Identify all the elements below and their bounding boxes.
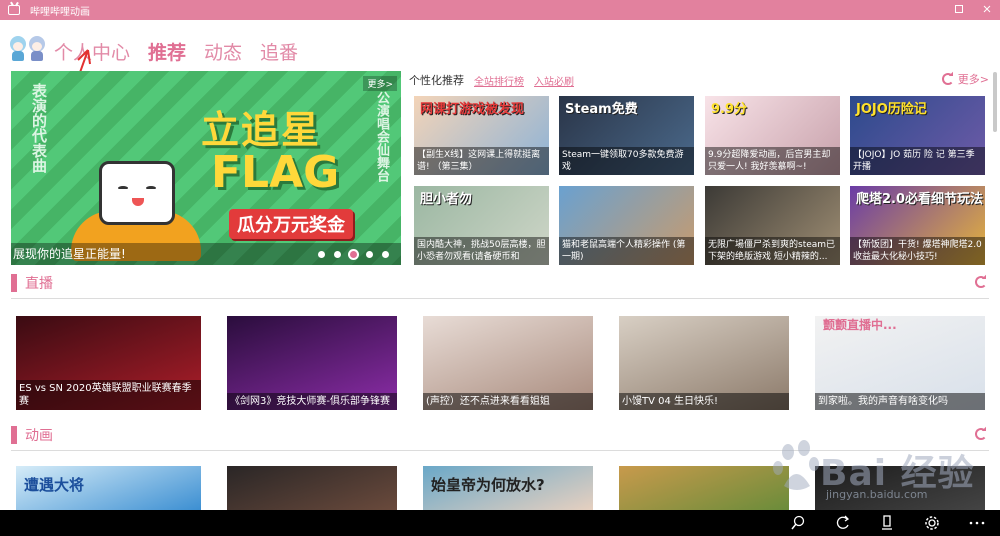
banner-headline-2: FLAG	[211, 147, 340, 198]
must-watch-link[interactable]: 入站必刷	[534, 73, 574, 88]
live-section-header: 直播	[11, 272, 989, 299]
system-taskbar	[0, 510, 1000, 536]
video-title: 【副生X线】这网课上得就挺离谱! （第三集）	[414, 147, 549, 175]
thumbnail-overlay-text: 胆小者勿	[420, 192, 473, 207]
anime-section-title: 动画	[25, 428, 53, 444]
refresh-icon[interactable]	[820, 510, 865, 536]
window-restore-icon[interactable]	[954, 4, 964, 17]
device-icon[interactable]	[865, 510, 910, 536]
bilibili-tv-icon	[8, 5, 20, 15]
settings-gear-icon[interactable]	[910, 510, 955, 536]
tab-bangumi[interactable]: 追番	[260, 38, 298, 65]
video-title: 9.9分超降爱动画，后宫男主却只爱一人! 我好羡慕啊~!	[705, 147, 840, 175]
thumbnail-overlay-text: Steam免费	[565, 102, 638, 117]
banner-dot[interactable]	[318, 251, 325, 258]
tab-recommend[interactable]: 推荐	[148, 38, 186, 65]
more-link[interactable]: 更多>	[958, 71, 989, 87]
vertical-scrollbar[interactable]	[993, 72, 997, 132]
recommend-video-card[interactable]: 网课打游戏被发现【副生X线】这网课上得就挺离谱! （第三集）	[414, 96, 549, 175]
recommend-video-card[interactable]: JOJO历险记【JOJO】JO 茹历 险 记 第三季开播	[850, 96, 985, 175]
live-title: (声控）还不点进来看看姐姐	[423, 393, 593, 410]
thumbnail-overlay-text: 爬塔2.0必看细节玩法	[856, 192, 984, 207]
refresh-icon[interactable]	[941, 73, 954, 85]
live-room-card[interactable]: ES vs SN 2020英雄联盟职业联赛春季赛	[16, 316, 201, 410]
tv-mascot-icon	[99, 161, 175, 225]
recommend-video-card[interactable]: 猫和老鼠高端个人精彩操作 (第一期)	[559, 186, 694, 265]
promo-banner[interactable]: 表演的代表曲 公演唱会仙舞台 立追星 FLAG 瓜分万元奖金 更多> 展现你的追…	[11, 71, 401, 265]
banner-left-text: 表演的代表曲	[30, 83, 48, 173]
thumbnail-overlay-text: JOJO历险记	[856, 102, 927, 117]
window-close-icon[interactable]	[982, 4, 992, 17]
baidu-watermark: Bai 经验 jingyan.baidu.com	[770, 438, 980, 508]
banner-prize: 瓜分万元奖金	[229, 209, 353, 239]
banner-dot[interactable]	[334, 251, 341, 258]
window-title: 哔哩哔哩动画	[30, 6, 90, 18]
video-title: 【JOJO】JO 茹历 险 记 第三季开播	[850, 147, 985, 175]
live-title: 小馒TV 04 生日快乐!	[619, 393, 789, 410]
recommend-video-card[interactable]: 胆小者勿国内酷大神，挑战50层高楼，胆小恐者勿观看(请备硬币和	[414, 186, 549, 265]
anime-card[interactable]	[227, 466, 397, 510]
top-navigation: 个人中心 推荐 动态 追番	[0, 30, 1000, 70]
thumbnail-overlay-text: 网课打游戏被发现	[420, 102, 525, 117]
live-room-card[interactable]: 颤颤直播中... 到家啦。我的声音有啥变化吗	[815, 316, 985, 410]
video-title: 猫和老鼠高端个人精彩操作 (第一期)	[559, 237, 694, 265]
live-now-label: 颤颤直播中...	[823, 318, 897, 332]
banner-more-link[interactable]: 更多>	[363, 76, 397, 91]
search-icon[interactable]	[775, 510, 820, 536]
banner-pager	[318, 251, 389, 258]
anime-card[interactable]	[619, 466, 789, 510]
personalized-header: 个性化推荐 全站排行榜 入站必刷 更多>	[409, 71, 989, 89]
recommend-video-card[interactable]: 爬塔2.0必看细节玩法【新饭团】干货! 爆塔神爬塔2.0收益最大化秘小技巧!	[850, 186, 985, 265]
banner-dot[interactable]	[366, 251, 373, 258]
thumbnail-overlay-text: 9.9分	[711, 102, 748, 117]
banner-right-text: 公演唱会仙舞台	[374, 91, 389, 182]
more-options-icon[interactable]	[955, 510, 1000, 536]
video-title: 【新饭团】干货! 爆塔神爬塔2.0收益最大化秘小技巧!	[850, 237, 985, 265]
mascot-22-avatar	[8, 34, 28, 62]
personalized-title: 个性化推荐	[409, 74, 464, 87]
banner-dot[interactable]	[382, 251, 389, 258]
banner-dot[interactable]	[350, 251, 357, 258]
live-refresh-icon[interactable]	[975, 276, 987, 288]
live-title: ES vs SN 2020英雄联盟职业联赛春季赛	[16, 380, 201, 410]
recommend-video-card[interactable]: 无限广場僵尸杀到爽的steam已下架的绝版游戏 短小精辣的...	[705, 186, 840, 265]
live-room-card[interactable]: 小馒TV 04 生日快乐!	[619, 316, 789, 410]
anime-card[interactable]: 始皇帝为何放水?	[423, 466, 593, 510]
banner-caption: 展现你的追星正能量!	[13, 247, 126, 261]
anime-cover	[227, 466, 397, 510]
tab-dynamic[interactable]: 动态	[204, 38, 242, 65]
title-bar: 哔哩哔哩动画	[0, 0, 1000, 20]
live-section-title: 直播	[25, 276, 53, 292]
ranking-link[interactable]: 全站排行榜	[474, 73, 524, 88]
window-controls	[954, 0, 992, 20]
video-title: 无限广場僵尸杀到爽的steam已下架的绝版游戏 短小精辣的...	[705, 237, 840, 265]
anime-overlay-text: 遭遇大将	[24, 476, 85, 494]
video-title: Steam一键领取70多款免费游戏	[559, 147, 694, 175]
live-room-card[interactable]: (声控）还不点进来看看姐姐	[423, 316, 593, 410]
recommend-video-card[interactable]: Steam免费 Steam一键领取70多款免费游戏	[559, 96, 694, 175]
anime-card[interactable]: 遭遇大将	[16, 466, 201, 510]
watermark-url: jingyan.baidu.com	[826, 488, 928, 501]
live-title: 到家啦。我的声音有啥变化吗	[815, 393, 985, 410]
anime-overlay-text: 始皇帝为何放水?	[431, 476, 545, 494]
live-room-card[interactable]: 《剑网3》竞技大师赛-俱乐部争锋赛	[227, 316, 397, 410]
recommend-video-card[interactable]: 9.9分 9.9分超降爱动画，后宫男主却只爱一人! 我好羡慕啊~!	[705, 96, 840, 175]
personalized-more[interactable]: 更多>	[941, 71, 989, 87]
video-title: 国内酷大神，挑战50层高楼，胆小恐者勿观看(请备硬币和	[414, 237, 549, 265]
live-title: 《剑网3》竞技大师赛-俱乐部争锋赛	[227, 393, 397, 410]
anime-cover	[619, 466, 789, 510]
banner-headline-1: 立追星	[201, 108, 322, 152]
